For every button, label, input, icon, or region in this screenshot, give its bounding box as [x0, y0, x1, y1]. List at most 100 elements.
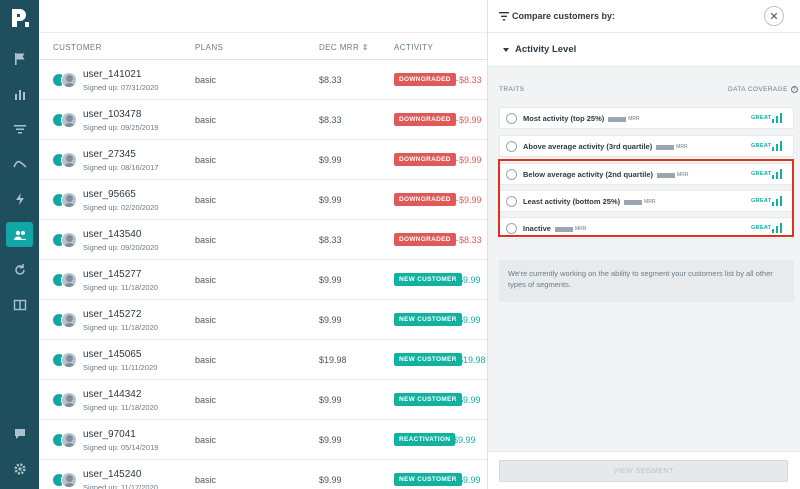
table-row[interactable]: user_145240 Signed up: 11/17/2020 basic $9.…: [39, 460, 487, 489]
radio-button[interactable]: [506, 113, 517, 124]
plan-name: basic: [195, 475, 217, 485]
customer-name[interactable]: user_143540: [83, 229, 141, 240]
header-plans[interactable]: PLANS: [195, 43, 223, 52]
info-message: We're currently working on the ability t…: [499, 260, 794, 302]
sidebar-item-chat[interactable]: [6, 421, 33, 446]
avatar: [53, 472, 77, 488]
user-avatar-icon: [61, 352, 77, 368]
signup-date: Signed up: 07/31/2020: [83, 83, 159, 92]
mrr-delta: $9.99: [458, 275, 481, 285]
mrr-delta: -$9.99: [456, 115, 482, 125]
trait-option[interactable]: Most activity (top 25%) MRR GREAT: [499, 107, 794, 129]
customer-name[interactable]: user_97041: [83, 429, 136, 440]
table-row[interactable]: user_103478 Signed up: 09/25/2019 basic $8.…: [39, 100, 487, 140]
sidebar-item-trends[interactable]: [6, 151, 33, 176]
customer-name[interactable]: user_141021: [83, 69, 141, 80]
avatar: [53, 272, 77, 288]
chat-icon: [14, 428, 25, 439]
table-row[interactable]: user_145272 Signed up: 11/18/2020 basic $9.…: [39, 300, 487, 340]
close-button[interactable]: ✕: [764, 6, 784, 26]
signup-date: Signed up: 11/18/2020: [83, 283, 158, 292]
table-row[interactable]: user_141021 Signed up: 07/31/2020 basic $8.…: [39, 60, 487, 100]
signal-strength-icon: [772, 113, 782, 123]
customer-list: CUSTOMER PLANS DEC MRR ⇕ ACTIVITY user_1…: [39, 0, 487, 489]
signup-date: Signed up: 11/18/2020: [83, 323, 158, 332]
refresh-icon: [14, 263, 25, 275]
customer-name[interactable]: user_144342: [83, 389, 141, 400]
customer-name[interactable]: user_95665: [83, 189, 136, 200]
gear-icon: [13, 462, 26, 475]
sidebar-item-refresh[interactable]: [6, 257, 33, 282]
table-row[interactable]: user_143540 Signed up: 09/20/2020 basic $8.…: [39, 220, 487, 260]
mrr-value: $9.99: [319, 435, 342, 445]
plan-name: basic: [195, 115, 217, 125]
avatar: [53, 312, 77, 328]
top-bar: [39, 0, 487, 33]
activity-badge: DOWNGRADED: [394, 113, 456, 126]
signup-date: Signed up: 11/18/2020: [83, 403, 158, 412]
activity-badge: DOWNGRADED: [394, 153, 456, 166]
table-row[interactable]: user_27345 Signed up: 08/16/2017 basic $9.9…: [39, 140, 487, 180]
user-avatar-icon: [61, 232, 77, 248]
sidebar: [0, 0, 39, 489]
signup-date: Signed up: 05/14/2019: [83, 443, 159, 452]
mrr-delta: $9.99: [453, 435, 476, 445]
sidebar-item-settings[interactable]: [6, 456, 33, 481]
trait-label: Above average activity (3rd quartile) MRR: [523, 142, 688, 151]
customer-name[interactable]: user_145272: [83, 309, 141, 320]
trait-option[interactable]: Above average activity (3rd quartile) MRR…: [499, 135, 794, 157]
customer-name[interactable]: user_103478: [83, 109, 141, 120]
activity-badge: NEW CUSTOMER: [394, 473, 462, 486]
sidebar-item-events[interactable]: [6, 186, 33, 211]
table-row[interactable]: user_144342 Signed up: 11/18/2020 basic $9.…: [39, 380, 487, 420]
help-icon[interactable]: ?: [790, 86, 798, 93]
table-header: CUSTOMER PLANS DEC MRR ⇕ ACTIVITY: [39, 33, 487, 60]
mrr-value: $9.99: [319, 195, 342, 205]
radio-button[interactable]: [506, 141, 517, 152]
sidebar-item-docs[interactable]: [6, 292, 33, 317]
header-activity[interactable]: ACTIVITY: [394, 43, 433, 52]
panel-footer: VIEW SEGMENT: [488, 451, 800, 489]
mrr-value: $8.33: [319, 235, 342, 245]
customer-name[interactable]: user_145240: [83, 469, 141, 480]
user-avatar-icon: [61, 312, 77, 328]
signup-date: Signed up: 08/16/2017: [83, 163, 159, 172]
mrr-tag: MRR: [676, 144, 688, 151]
sidebar-item-filters[interactable]: [6, 116, 33, 141]
table-row[interactable]: user_95665 Signed up: 02/20/2020 basic $9.9…: [39, 180, 487, 220]
user-avatar-icon: [61, 192, 77, 208]
customer-name[interactable]: user_145065: [83, 349, 141, 360]
filter-icon: [499, 12, 509, 21]
header-customer[interactable]: CUSTOMER: [53, 43, 102, 52]
user-avatar-icon: [61, 432, 77, 448]
customer-name[interactable]: user_145277: [83, 269, 141, 280]
sidebar-item-flag[interactable]: [6, 46, 33, 71]
filter-icon: [13, 124, 26, 133]
sidebar-item-customers[interactable]: [6, 222, 33, 247]
table-row[interactable]: user_145277 Signed up: 11/18/2020 basic $9.…: [39, 260, 487, 300]
activity-badge: DOWNGRADED: [394, 193, 456, 206]
signup-date: Signed up: 11/11/2020: [83, 363, 158, 372]
signup-date: Signed up: 09/20/2020: [83, 243, 159, 252]
trait-label: Most activity (top 25%) MRR: [523, 114, 640, 123]
view-segment-button[interactable]: VIEW SEGMENT: [499, 460, 788, 482]
coverage-status: GREAT: [751, 115, 772, 121]
mrr-value: $9.99: [319, 395, 342, 405]
customer-name[interactable]: user_27345: [83, 149, 136, 160]
activity-badge: NEW CUSTOMER: [394, 353, 462, 366]
table-row[interactable]: user_145065 Signed up: 11/11/2020 basic $19…: [39, 340, 487, 380]
mrr-delta: -$9.99: [456, 195, 482, 205]
mrr-value: $9.99: [319, 155, 342, 165]
user-avatar-icon: [61, 72, 77, 88]
activity-level-accordion[interactable]: Activity Level: [488, 33, 800, 67]
avatar: [53, 392, 77, 408]
activity-badge: NEW CUSTOMER: [394, 273, 462, 286]
caret-down-icon: [503, 48, 509, 52]
header-mrr[interactable]: DEC MRR ⇕: [319, 43, 369, 52]
logo-icon[interactable]: [8, 6, 32, 30]
panel-header: Compare customers by: ✕: [488, 0, 800, 33]
plan-name: basic: [195, 395, 217, 405]
table-row[interactable]: user_97041 Signed up: 05/14/2019 basic $9.9…: [39, 420, 487, 460]
sidebar-item-charts[interactable]: [6, 81, 33, 106]
mrr-delta: $9.99: [458, 315, 481, 325]
